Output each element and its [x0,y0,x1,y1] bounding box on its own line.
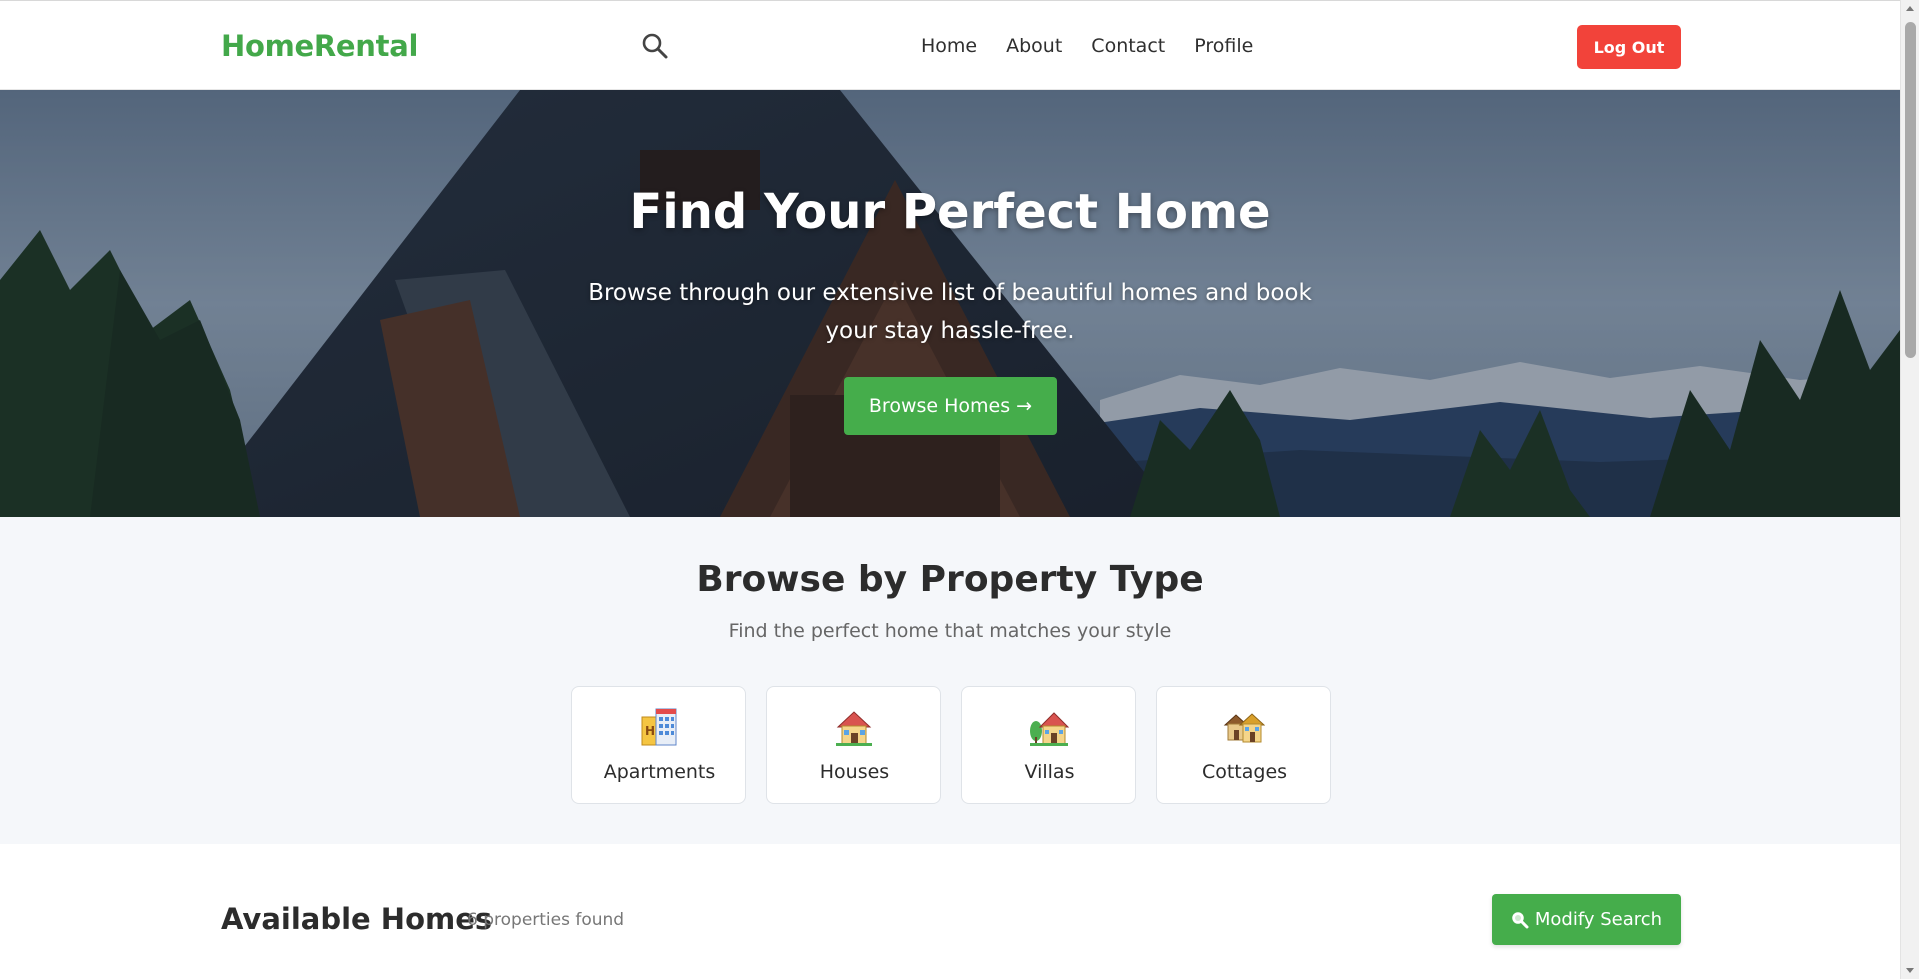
svg-text:H: H [645,724,655,738]
nav-link-home[interactable]: Home [921,35,977,57]
scrollbar-thumb[interactable] [1905,22,1916,358]
hero-section: Find Your Perfect Home Browse through ou… [0,90,1900,517]
modify-search-button[interactable]: Modify Search [1492,894,1681,945]
browse-homes-button[interactable]: Browse Homes → [844,377,1057,435]
property-type-card-apartments[interactable]: H Apartments [571,686,746,804]
available-homes-title: Available Homes [221,902,493,936]
house-icon [836,711,872,746]
main-nav: Home About Contact Profile [921,35,1253,57]
cottages-icon [1223,713,1265,743]
nav-link-contact[interactable]: Contact [1091,35,1165,57]
search-icon[interactable] [640,31,670,61]
property-type-card-cottages[interactable]: Cottages [1156,686,1331,804]
section-subtitle: Find the perfect home that matches your … [728,620,1172,642]
results-count: 6 properties found [467,910,625,930]
brand-logo[interactable]: HomeRental [221,29,418,63]
villa-icon [1030,712,1070,746]
scroll-up-arrow-icon[interactable] [1905,4,1915,14]
property-type-label: Houses [819,761,890,783]
property-type-card-villas[interactable]: Villas [961,686,1136,804]
hero-subtitle: Browse through our extensive list of bea… [588,280,1312,344]
property-type-card-houses[interactable]: Houses [766,686,941,804]
magnifier-icon [1512,911,1529,928]
logout-button[interactable]: Log Out [1577,25,1681,69]
scroll-down-arrow-icon[interactable] [1905,965,1915,975]
section-title: Browse by Property Type [696,559,1204,600]
page-scrollbar[interactable] [1900,0,1919,979]
property-type-label: Apartments [603,761,716,783]
property-types-section: Browse by Property Type Find the perfect… [0,517,1900,844]
nav-link-profile[interactable]: Profile [1194,35,1253,57]
top-navbar: HomeRental Home About Contact Profile Lo… [0,0,1900,90]
modify-search-label: Modify Search [1534,909,1663,930]
hero-title: Find Your Perfect Home [629,184,1271,240]
property-type-list: H Apartments Houses Villas Cottages [571,686,1331,804]
nav-link-about[interactable]: About [1006,35,1062,57]
property-type-label: Cottages [1201,761,1288,783]
property-type-label: Villas [1024,761,1075,783]
apartment-building-icon: H [641,708,677,746]
